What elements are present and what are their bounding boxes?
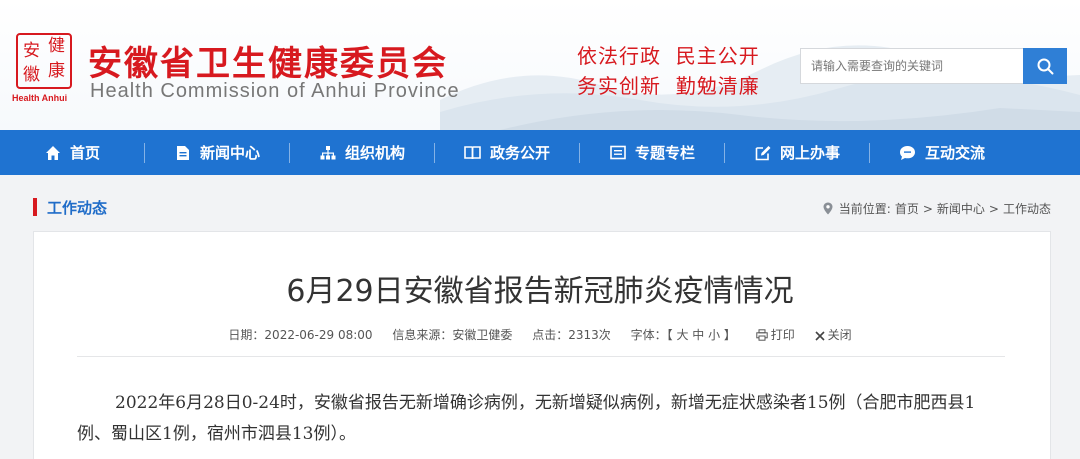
nav-item-home[interactable]: 首页	[0, 130, 144, 175]
nav-item-online-services[interactable]: 网上办事	[725, 130, 869, 175]
breadcrumb: 当前位置: 首页 > 新闻中心 > 工作动态	[823, 200, 1051, 217]
slogan-line-1: 依法行政 民主公开	[577, 44, 760, 68]
close-icon	[814, 330, 825, 344]
article-meta: 日期：2022-06-29 08:00 信息来源：安徽卫健委 点击：2313次 …	[0, 326, 1080, 344]
slogan-line-2: 务实创新 勤勉清廉	[577, 74, 760, 98]
search-button[interactable]	[1023, 48, 1067, 84]
font-size-control: 字体：【 大 中 小 】	[631, 328, 740, 342]
nav-item-gov-affairs[interactable]: 政务公开	[435, 130, 579, 175]
nav-item-special-topics[interactable]: 专题专栏	[580, 130, 724, 175]
close-label: 关闭	[827, 328, 852, 342]
seal-char: 安	[23, 41, 40, 61]
home-icon	[44, 144, 62, 162]
logo-seal: 健 安 康 徽	[16, 33, 72, 89]
article-date: 日期：2022-06-29 08:00	[228, 328, 373, 342]
article-clicks: 点击：2313次	[532, 328, 611, 342]
section-title: 工作动态	[47, 199, 108, 217]
site-header: 健 安 康 徽 Health Anhui 安徽省卫生健康委员会 Health C…	[0, 0, 1080, 130]
search-icon	[1037, 58, 1053, 74]
nav-item-news[interactable]: 新闻中心	[145, 130, 289, 175]
breadcrumb-separator: >	[988, 201, 999, 216]
font-size-label: 字体：	[630, 328, 667, 342]
org-chart-icon	[319, 144, 337, 162]
seal-char: 徽	[23, 65, 40, 85]
seal-char: 健	[48, 36, 65, 56]
breadcrumb-link-home[interactable]: 首页	[895, 200, 919, 217]
section-marker	[33, 198, 37, 216]
close-button[interactable]: 关闭	[814, 328, 852, 344]
article-body-paragraph: 2022年6月28日0-24时，安徽省报告无新增确诊病例，无新增疑似病例，新增无…	[77, 393, 976, 444]
meta-divider	[77, 356, 1005, 357]
print-button[interactable]: 打印	[756, 328, 799, 342]
nav-item-label: 组织机构	[344, 144, 405, 162]
document-icon	[174, 144, 192, 162]
site-subtitle: Health Commission of Anhui Province	[90, 80, 460, 102]
folder-icon	[609, 144, 627, 162]
breadcrumb-link-work-news[interactable]: 工作动态	[1003, 200, 1051, 217]
breadcrumb-separator: >	[922, 201, 933, 216]
site-title: 安徽省卫生健康委员会	[88, 44, 448, 84]
printer-icon	[756, 329, 768, 344]
article-title: 6月29日安徽省报告新冠肺炎疫情情况	[286, 274, 794, 309]
nav-item-label: 互动交流	[924, 144, 985, 162]
nav-item-label: 新闻中心	[199, 144, 260, 162]
search-input[interactable]	[800, 48, 1024, 84]
main-nav: 首页 新闻中心 组织机构 政务公开 专题专栏 网上办事 互动交流	[0, 130, 1080, 175]
article-source: 信息来源：安徽卫健委	[392, 328, 513, 342]
book-icon	[464, 144, 482, 162]
nav-item-label: 专题专栏	[634, 144, 695, 162]
nav-item-label: 首页	[69, 144, 100, 162]
location-bar: 工作动态 当前位置: 首页 > 新闻中心 > 工作动态	[33, 195, 1051, 219]
location-pin-icon	[823, 202, 833, 215]
nav-item-organization[interactable]: 组织机构	[290, 130, 434, 175]
nav-item-label: 政务公开	[489, 144, 550, 162]
logo-english-text: Health Anhui	[12, 93, 68, 103]
font-size-options[interactable]: 【 大 中 小 】	[667, 328, 736, 342]
print-label: 打印	[770, 328, 795, 342]
chat-icon	[899, 144, 917, 162]
breadcrumb-link-news[interactable]: 新闻中心	[937, 200, 985, 217]
nav-item-label: 网上办事	[779, 144, 840, 162]
edit-icon	[754, 144, 772, 162]
breadcrumb-prefix: 当前位置:	[838, 202, 891, 216]
nav-item-interaction[interactable]: 互动交流	[870, 130, 1014, 175]
seal-char: 康	[48, 61, 65, 81]
